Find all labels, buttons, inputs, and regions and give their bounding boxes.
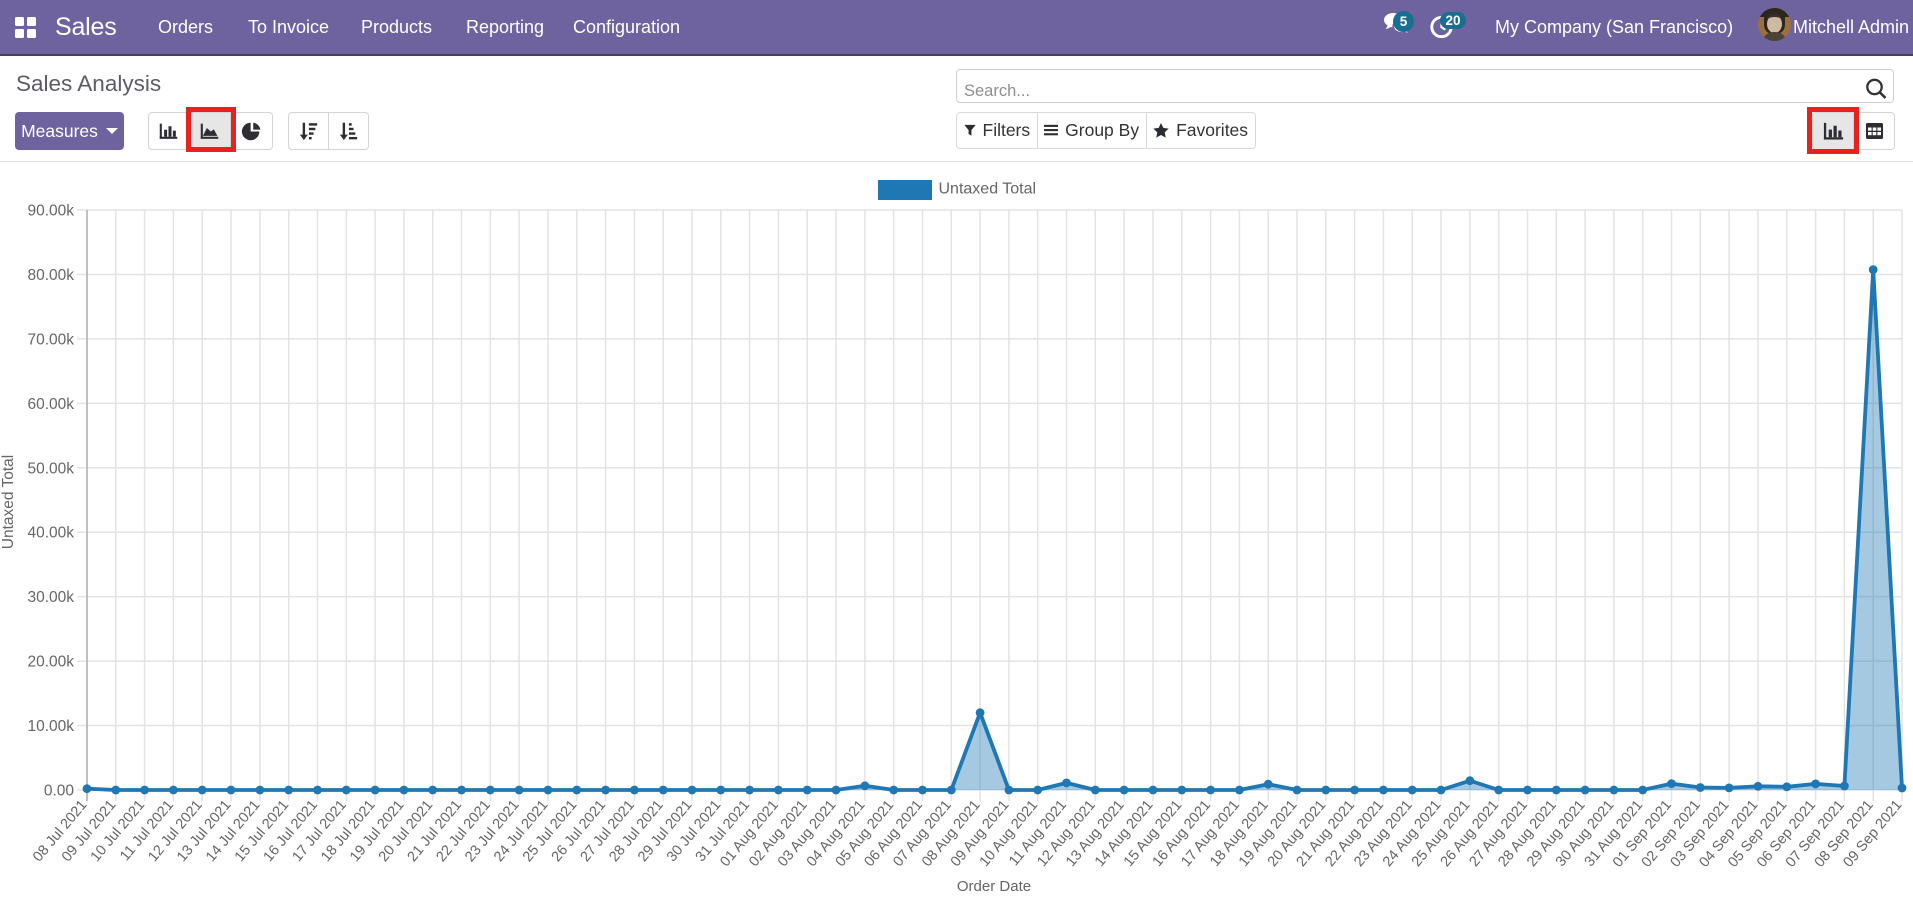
svg-text:10.00k: 10.00k	[27, 718, 74, 735]
svg-text:60.00k: 60.00k	[27, 396, 74, 413]
svg-text:Untaxed Total: Untaxed Total	[939, 181, 1037, 198]
svg-text:20.00k: 20.00k	[27, 654, 74, 671]
svg-text:50.00k: 50.00k	[27, 460, 74, 477]
svg-text:Order Date: Order Date	[957, 878, 1031, 895]
svg-text:90.00k: 90.00k	[27, 203, 74, 220]
svg-text:80.00k: 80.00k	[27, 267, 74, 284]
svg-text:70.00k: 70.00k	[27, 331, 74, 348]
svg-text:30.00k: 30.00k	[27, 589, 74, 606]
svg-text:40.00k: 40.00k	[27, 525, 74, 542]
svg-text:Untaxed Total: Untaxed Total	[0, 455, 17, 550]
svg-text:0.00: 0.00	[44, 783, 75, 800]
